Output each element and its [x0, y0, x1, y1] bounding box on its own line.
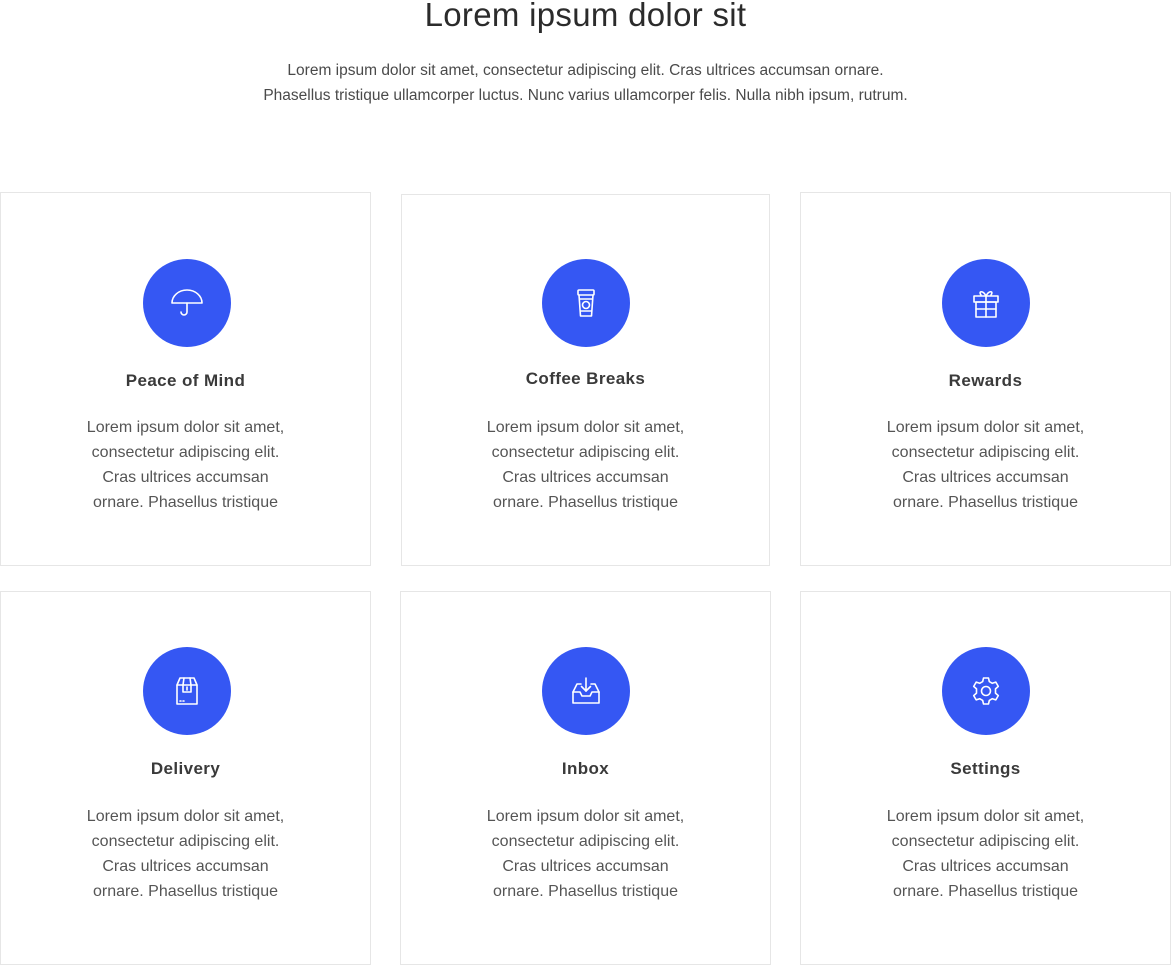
feature-card-settings: Settings Lorem ipsum dolor sit amet, con… — [800, 591, 1171, 965]
umbrella-icon — [143, 259, 231, 347]
description-line: Cras ultrices accumsan — [102, 858, 269, 875]
description-line: ornare. Phasellus tristique — [93, 494, 278, 511]
description-line: Cras ultrices accumsan — [502, 469, 669, 486]
description-line: ornare. Phasellus tristique — [93, 883, 278, 900]
feature-card-coffee-breaks: Coffee Breaks Lorem ipsum dolor sit amet… — [401, 194, 770, 566]
section-intro: Lorem ipsum dolor sit amet, consectetur … — [0, 58, 1171, 108]
description-line: Cras ultrices accumsan — [502, 858, 669, 875]
description-line: Cras ultrices accumsan — [902, 858, 1069, 875]
feature-title: Peace of Mind — [125, 371, 246, 390]
intro-line: Lorem ipsum dolor sit amet, consectetur … — [287, 62, 884, 79]
description-line: Lorem ipsum dolor sit amet, — [86, 808, 285, 825]
gear-icon — [942, 647, 1030, 735]
feature-description: Lorem ipsum dolor sit amet, consectetur … — [461, 415, 711, 515]
feature-title: Delivery — [150, 759, 221, 778]
description-line: ornare. Phasellus tristique — [493, 494, 678, 511]
description-line: ornare. Phasellus tristique — [493, 883, 678, 900]
feature-description: Lorem ipsum dolor sit amet, consectetur … — [61, 415, 311, 515]
feature-description: Lorem ipsum dolor sit amet, consectetur … — [861, 804, 1111, 904]
section-title: Lorem ipsum dolor sit — [424, 0, 747, 33]
features-section: Lorem ipsum dolor sit Lorem ipsum dolor … — [0, 0, 1171, 965]
description-line: consectetur adipiscing elit. — [891, 444, 1080, 461]
coffee-cup-icon — [542, 259, 630, 347]
feature-card-inbox: Inbox Lorem ipsum dolor sit amet, consec… — [400, 591, 771, 965]
intro-line: Phasellus tristique ullamcorper luctus. … — [263, 87, 908, 104]
description-line: consectetur adipiscing elit. — [91, 833, 280, 850]
description-line: consectetur adipiscing elit. — [891, 833, 1080, 850]
description-line: Lorem ipsum dolor sit amet, — [86, 419, 285, 436]
feature-description: Lorem ipsum dolor sit amet, consectetur … — [461, 804, 711, 904]
feature-title: Rewards — [948, 371, 1023, 390]
feature-card-peace-of-mind: Peace of Mind Lorem ipsum dolor sit amet… — [0, 192, 371, 566]
description-line: Lorem ipsum dolor sit amet, — [886, 808, 1085, 825]
description-line: Lorem ipsum dolor sit amet, — [486, 419, 685, 436]
description-line: Cras ultrices accumsan — [102, 469, 269, 486]
feature-card-delivery: Delivery Lorem ipsum dolor sit amet, con… — [0, 591, 371, 965]
description-line: Lorem ipsum dolor sit amet, — [486, 808, 685, 825]
description-line: Lorem ipsum dolor sit amet, — [886, 419, 1085, 436]
gift-icon — [942, 259, 1030, 347]
inbox-tray-icon — [542, 647, 630, 735]
feature-description: Lorem ipsum dolor sit amet, consectetur … — [61, 804, 311, 904]
description-line: ornare. Phasellus tristique — [893, 494, 1078, 511]
feature-title: Settings — [950, 759, 1021, 778]
description-line: consectetur adipiscing elit. — [91, 444, 280, 461]
description-line: ornare. Phasellus tristique — [893, 883, 1078, 900]
feature-description: Lorem ipsum dolor sit amet, consectetur … — [861, 415, 1111, 515]
description-line: consectetur adipiscing elit. — [491, 833, 680, 850]
feature-title: Inbox — [561, 759, 610, 778]
description-line: Cras ultrices accumsan — [902, 469, 1069, 486]
package-box-icon — [143, 647, 231, 735]
description-line: consectetur adipiscing elit. — [491, 444, 680, 461]
feature-title: Coffee Breaks — [525, 369, 646, 388]
feature-card-rewards: Rewards Lorem ipsum dolor sit amet, cons… — [800, 192, 1171, 566]
